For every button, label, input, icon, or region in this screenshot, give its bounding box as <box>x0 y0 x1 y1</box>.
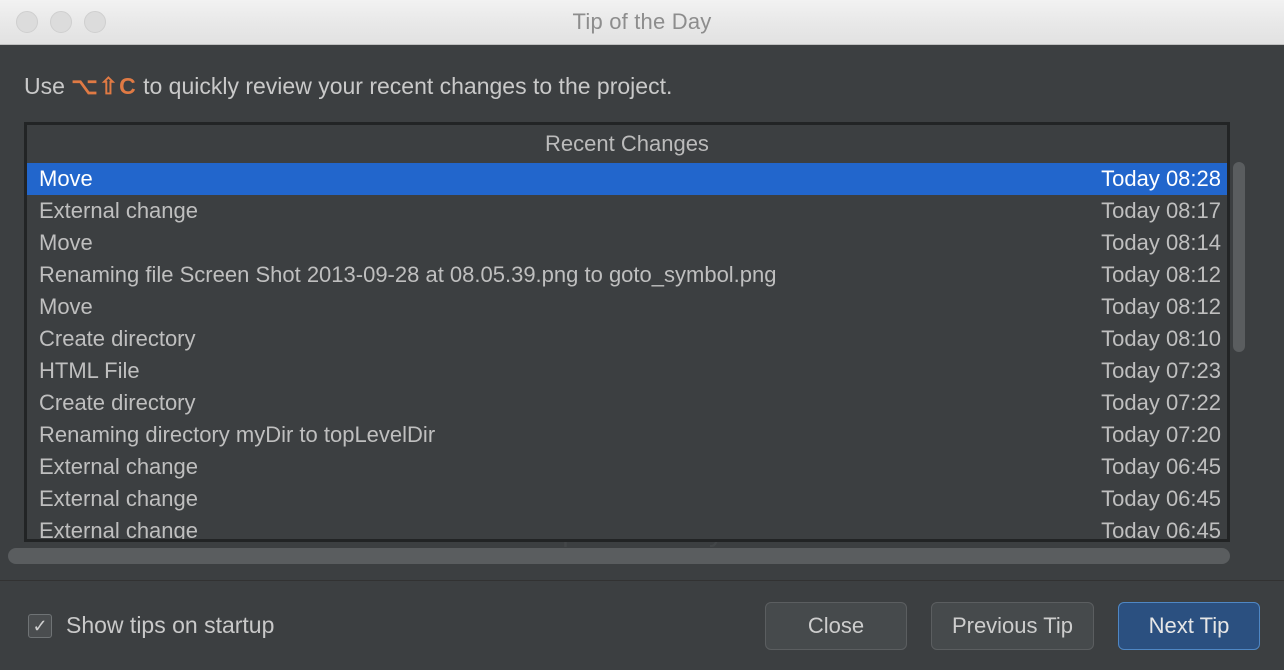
horizontal-scrollbar[interactable] <box>8 546 1258 566</box>
next-tip-button[interactable]: Next Tip <box>1118 601 1260 650</box>
table-row[interactable]: HTML File Today 07:23 <box>27 355 1227 387</box>
change-action: Renaming directory myDir to topLevelDir <box>39 422 436 447</box>
minimize-button[interactable] <box>50 11 72 33</box>
change-timestamp: Today 08:17 <box>1101 198 1221 223</box>
change-action: Move <box>39 294 93 319</box>
zoom-button[interactable] <box>84 11 106 33</box>
vertical-scrollbar-thumb[interactable] <box>1233 162 1245 352</box>
change-action: Create directory <box>39 390 196 415</box>
change-action: External change <box>39 486 198 511</box>
window-traffic-lights <box>0 11 106 33</box>
recent-changes-panel: Recent Changes Move Today 08:28 External c… <box>24 122 1248 542</box>
table-row[interactable]: Move Today 08:12 <box>27 291 1227 323</box>
horizontal-scrollbar-thumb[interactable] <box>8 548 1230 564</box>
change-timestamp: Today 06:45 <box>1101 454 1221 479</box>
change-timestamp: Today 08:28 <box>1101 166 1221 191</box>
dialog-buttons: Close Previous Tip Next Tip <box>764 601 1260 650</box>
table-row[interactable]: Create directory Today 08:10 <box>27 323 1227 355</box>
change-timestamp: Today 08:14 <box>1101 230 1221 255</box>
close-button[interactable]: Close <box>764 601 907 650</box>
recent-changes-list[interactable]: Recent Changes Move Today 08:28 External c… <box>24 122 1230 542</box>
table-row[interactable]: Renaming directory myDir to topLevelDir T… <box>27 419 1227 451</box>
dialog-body: No files are open • Search Everywhere wi… <box>0 45 1284 580</box>
previous-tip-button[interactable]: Previous Tip <box>930 601 1094 650</box>
vertical-scrollbar[interactable] <box>1230 122 1248 542</box>
tip-suffix: to quickly review your recent changes to… <box>136 73 673 99</box>
window-titlebar: Tip of the Day <box>0 0 1284 45</box>
show-tips-label: Show tips on startup <box>66 612 275 638</box>
change-action: External change <box>39 198 198 223</box>
table-row[interactable]: External change Today 06:45 <box>27 483 1227 515</box>
show-tips-on-startup-checkbox[interactable]: ✓ Show tips on startup <box>28 612 274 639</box>
tip-of-the-day-dialog: Tip of the Day No files are open • Searc… <box>0 0 1284 670</box>
change-action: External change <box>39 454 198 479</box>
change-timestamp: Today 08:12 <box>1101 262 1221 287</box>
close-button[interactable] <box>16 11 38 33</box>
table-row[interactable]: Renaming file Screen Shot 2013-09-28 at … <box>27 259 1227 291</box>
change-timestamp: Today 06:45 <box>1101 518 1221 542</box>
table-row[interactable]: External change Today 08:17 <box>27 195 1227 227</box>
change-timestamp: Today 08:12 <box>1101 294 1221 319</box>
change-action: Move <box>39 230 93 255</box>
change-timestamp: Today 06:45 <box>1101 486 1221 511</box>
tip-prefix: Use <box>24 73 72 99</box>
change-timestamp: Today 08:10 <box>1101 326 1221 351</box>
recent-changes-rows: Move Today 08:28 External change Today 08:1… <box>27 163 1227 542</box>
window-title: Tip of the Day <box>572 9 712 34</box>
table-row[interactable]: External change Today 06:45 <box>27 515 1227 542</box>
change-timestamp: Today 07:22 <box>1101 390 1221 415</box>
change-action: HTML File <box>39 358 140 383</box>
table-row[interactable]: External change Today 06:45 <box>27 451 1227 483</box>
dialog-footer: ✓ Show tips on startup Close Previous Ti… <box>0 580 1284 670</box>
table-row[interactable]: Create directory Today 07:22 <box>27 387 1227 419</box>
tip-text: Use ⌥⇧C to quickly review your recent ch… <box>0 45 1284 122</box>
table-row[interactable]: Move Today 08:14 <box>27 227 1227 259</box>
change-action: Renaming file Screen Shot 2013-09-28 at … <box>39 262 777 287</box>
change-action: Create directory <box>39 326 196 351</box>
change-action: Move <box>39 166 93 191</box>
recent-changes-header: Recent Changes <box>27 125 1227 163</box>
change-timestamp: Today 07:20 <box>1101 422 1221 447</box>
keyboard-shortcut: ⌥⇧C <box>71 73 137 99</box>
checkmark-icon[interactable]: ✓ <box>28 613 52 638</box>
change-timestamp: Today 07:23 <box>1101 358 1221 383</box>
table-row[interactable]: Move Today 08:28 <box>27 163 1227 195</box>
change-action: External change <box>39 518 198 542</box>
